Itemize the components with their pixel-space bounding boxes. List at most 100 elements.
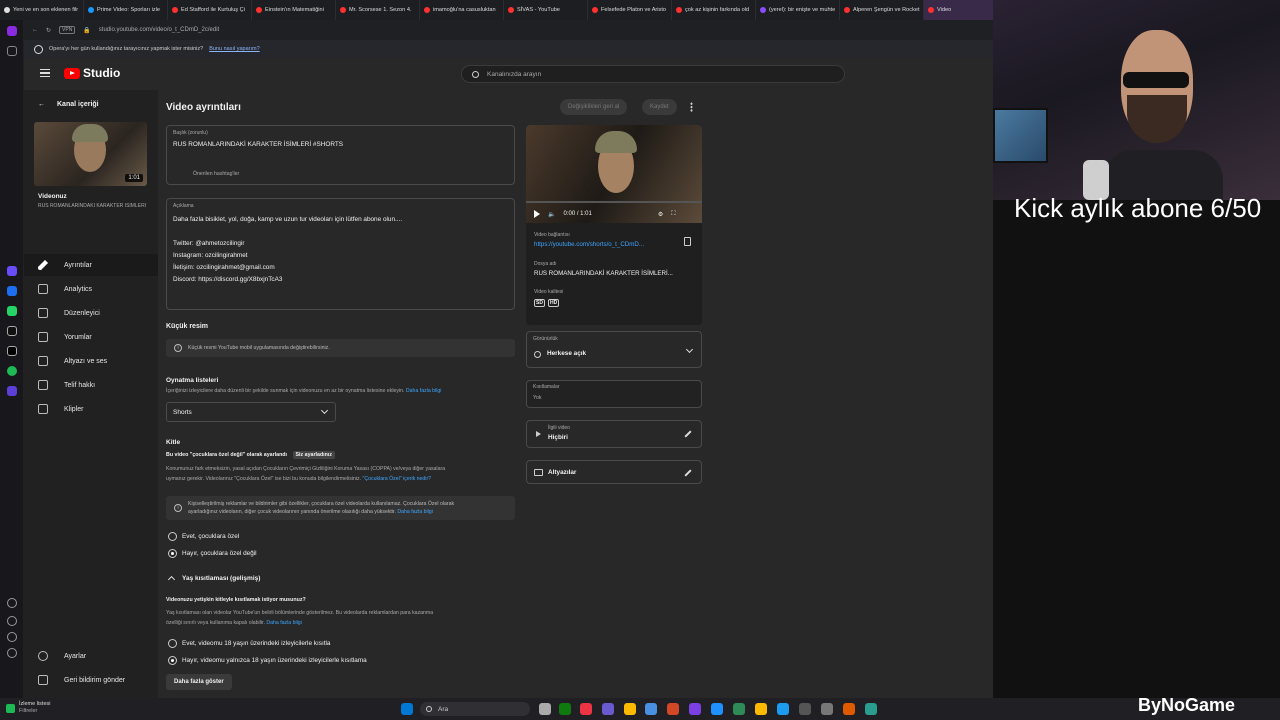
browser-tab[interactable]: Einstein'ın Matematiğini [252, 0, 336, 20]
browser-tab[interactable]: Felsefede Platon ve Aristo [588, 0, 672, 20]
progress-bar[interactable] [526, 201, 702, 203]
taskbar-app-icon[interactable] [777, 703, 789, 715]
volume-icon[interactable]: 🔈 [548, 211, 555, 218]
browser-tab[interactable]: Yeni ve en son eklenen filr [0, 0, 84, 20]
sidebar-item-comments[interactable]: Yorumlar [24, 326, 158, 348]
settings-icon[interactable] [7, 632, 17, 642]
playlist-dropdown[interactable]: Shorts [166, 402, 336, 422]
taskbar-app-icon[interactable] [711, 703, 723, 715]
playlists-learn-more-link[interactable]: Daha fazla bilgi [406, 388, 441, 394]
sidebar-item-copyright[interactable]: Telif hakkı [24, 374, 158, 396]
edit-pencil-icon[interactable] [684, 430, 692, 438]
taskbar-app-icon[interactable] [539, 703, 551, 715]
taskbar-app-icon[interactable] [624, 703, 636, 715]
tiktok-icon[interactable] [7, 326, 17, 336]
spotify-icon[interactable] [7, 366, 17, 376]
radio-kids-no-label: Hayır, çocuklara özel değil [182, 550, 257, 557]
video-player[interactable]: 🔈 0:00 / 1:01 ⚙ ⛶ [526, 125, 702, 223]
edit-pencil-icon[interactable] [684, 469, 692, 477]
stream-side-panel [993, 200, 1280, 698]
tab-label: Prime Video: Sporları izle [97, 7, 161, 13]
browser-tab[interactable]: çok az kişinin farkında old [672, 0, 756, 20]
related-video-field[interactable]: İlgili video Hiçbiri [526, 420, 702, 448]
show-more-button[interactable]: Daha fazla göster [166, 674, 232, 690]
kids-content-link[interactable]: "Çocuklara Özel" içerik nedir? [363, 476, 432, 482]
taskbar-app-icon[interactable] [755, 703, 767, 715]
taskbar-app-icon[interactable] [843, 703, 855, 715]
infobar-link[interactable]: Bunu nasıl yaparım? [209, 46, 259, 52]
copy-icon[interactable] [684, 237, 691, 246]
browser-tab[interactable]: (yerel): bir enişte ve muhte [756, 0, 840, 20]
sidebar-item-details[interactable]: Ayrıntılar [24, 254, 158, 276]
home-icon[interactable] [7, 46, 17, 56]
browser-tab[interactable]: SİVAS - YouTube [504, 0, 588, 20]
taskbar-app-icon[interactable] [733, 703, 745, 715]
video-thumbnail[interactable]: 1:01 [34, 122, 147, 186]
opera-logo-icon[interactable] [7, 26, 17, 36]
sidebar-item-editor[interactable]: Düzenleyici [24, 302, 158, 324]
whatsapp-icon[interactable] [7, 306, 17, 316]
sidebar-item-feedback[interactable]: Geri bildirim gönder [24, 669, 158, 691]
taskbar-app-icon[interactable] [799, 703, 811, 715]
taskbar-app-icon[interactable] [602, 703, 614, 715]
taskbar-search[interactable]: Ara [420, 702, 530, 716]
browser-tab[interactable]: Video [924, 0, 993, 20]
age-restriction-toggle[interactable]: Yaş kısıtlaması (gelişmiş) [166, 574, 260, 584]
radio-age-no[interactable] [168, 656, 177, 665]
taskbar-app-icon[interactable] [689, 703, 701, 715]
description-field[interactable]: Açıklama Daha fazla bisiklet, yol, doğa,… [166, 198, 515, 310]
sidebar-item-clips[interactable]: Klipler [24, 398, 158, 420]
sidebar-item-subtitles[interactable]: Altyazı ve ses [24, 350, 158, 372]
taskbar-app-icon[interactable] [645, 703, 657, 715]
save-button[interactable]: Kaydet [642, 99, 677, 115]
play-icon[interactable] [534, 210, 540, 218]
vpn-badge[interactable]: VPN [59, 26, 76, 34]
hamburger-menu-icon[interactable] [40, 69, 50, 77]
messenger-icon[interactable] [7, 286, 17, 296]
browser-tab[interactable]: Mr. Scorsese 1. Sezon 4. [336, 0, 420, 20]
studio-logo[interactable]: Studio [64, 66, 120, 80]
radio-kids-yes[interactable] [168, 532, 177, 541]
channel-content-back[interactable]: ← Kanal içeriği [38, 101, 99, 108]
taskbar-app-icon[interactable] [821, 703, 833, 715]
channel-search-input[interactable]: Kanalınızda arayın [461, 65, 845, 83]
watchlist-widget[interactable]: İzleme listesi Filtreler [6, 701, 50, 715]
history-icon[interactable] [7, 616, 17, 626]
x-icon[interactable] [7, 346, 17, 356]
url-field[interactable]: studio.youtube.com/video/o_t_CDmD_2c/edi… [99, 27, 219, 33]
settings-gear-icon[interactable]: ⚙ [658, 211, 663, 218]
gear-icon [38, 651, 48, 661]
radio-kids-yes-label: Evet, çocuklara özel [182, 533, 240, 540]
chevron-down-icon [685, 345, 694, 354]
subtitles-field[interactable]: Altyazılar [526, 460, 702, 484]
browser-tab[interactable]: Alperen Şengün ve Rocket [840, 0, 924, 20]
file-name-label: Dosya adı [534, 261, 557, 267]
taskbar-app-icon[interactable] [580, 703, 592, 715]
aria-icon[interactable] [7, 266, 17, 276]
taskbar-app-icon[interactable] [559, 703, 571, 715]
back-arrow-icon[interactable]: ← [32, 27, 38, 33]
sidebar-item-settings[interactable]: Ayarlar [24, 645, 158, 667]
radio-age-yes[interactable] [168, 639, 177, 648]
visibility-dropdown[interactable]: Görünürlük Herkese açık [526, 331, 702, 368]
fullscreen-icon[interactable]: ⛶ [671, 211, 675, 218]
radio-kids-no[interactable] [168, 549, 177, 558]
suggested-hashtags[interactable]: Önerilen hashtag'ler [193, 171, 239, 177]
taskbar-app-icon[interactable] [667, 703, 679, 715]
video-link[interactable]: https://youtube.com/shorts/o_t_CDmD... [534, 241, 644, 248]
undo-changes-button[interactable]: Değişiklikleri geri al [560, 99, 628, 115]
browser-tab[interactable]: imamoğlu'na casusluktan [420, 0, 504, 20]
more-options-icon[interactable] [690, 102, 693, 112]
heart-icon[interactable] [7, 598, 17, 608]
taskbar-app-icon[interactable] [401, 703, 413, 715]
sidebar-item-analytics[interactable]: Analytics [24, 278, 158, 300]
browser-tab[interactable]: Prime Video: Sporları izle [84, 0, 168, 20]
title-field[interactable]: Başlık (zorunlu) RUS ROMANLARINDAKİ KARA… [166, 125, 515, 185]
age-learn-more-link[interactable]: Daha fazla bilgi [266, 620, 301, 626]
reload-icon[interactable]: ↻ [46, 27, 51, 34]
audience-learn-more-link[interactable]: Daha fazla bilgi [397, 509, 432, 515]
bulb-icon[interactable] [7, 648, 17, 658]
browser-tab[interactable]: Ed Stafford ile Kurtuluş Çi [168, 0, 252, 20]
taskbar-app-icon[interactable] [865, 703, 877, 715]
player-icon[interactable] [7, 386, 17, 396]
